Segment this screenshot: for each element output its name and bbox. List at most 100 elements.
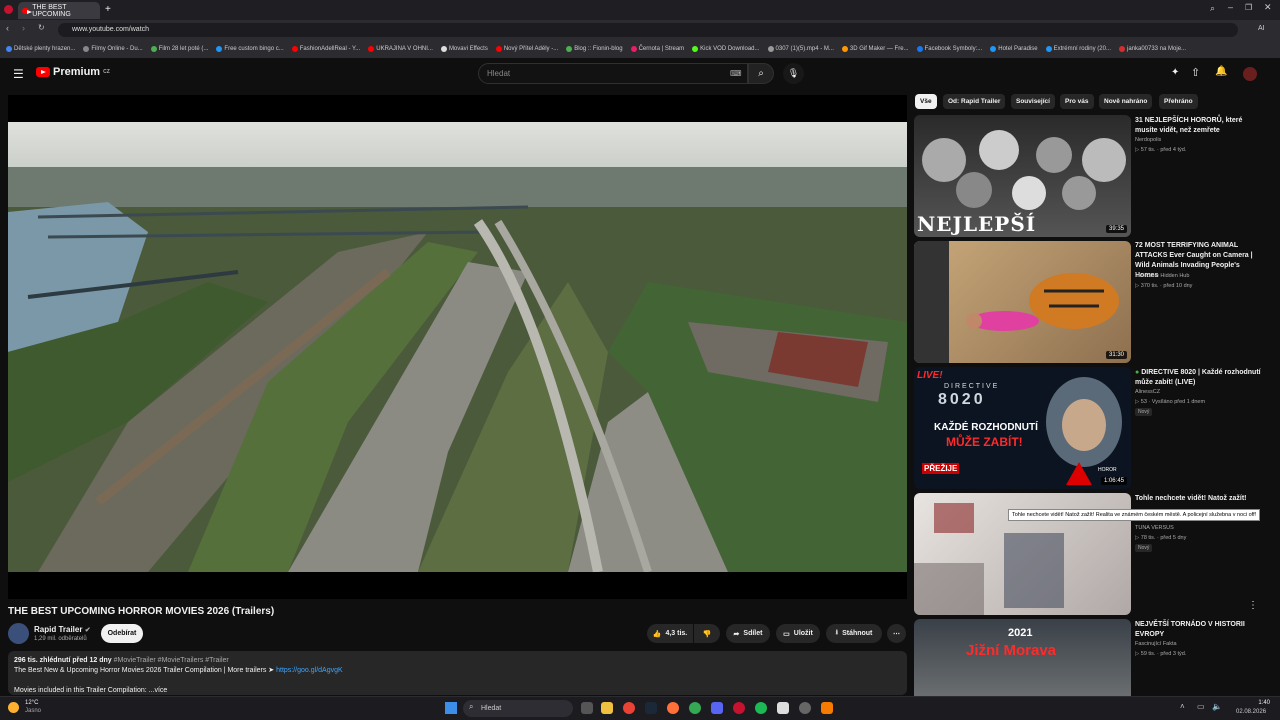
bookmark-item[interactable]: Dětské plenty hrazen... (6, 46, 75, 52)
chip-watched[interactable]: Přehráno (1159, 94, 1198, 109)
description-box[interactable]: 296 tis. zhlédnutí před 12 dny #MovieTra… (8, 651, 907, 695)
volume-icon[interactable]: 🔈 (1212, 702, 1222, 711)
maximize-icon[interactable]: ❐ (1245, 3, 1252, 12)
chrome-profile-icon[interactable] (689, 702, 701, 714)
keyboard-icon[interactable]: ⌨ (730, 69, 742, 78)
bookmark-item[interactable]: Hotel Paradise (990, 46, 1038, 52)
chrome-icon[interactable] (623, 702, 635, 714)
thumbnail-caption: HOROR (1098, 467, 1117, 473)
video-frame[interactable] (8, 122, 907, 572)
vlc-icon[interactable] (821, 702, 833, 714)
new-tab-icon[interactable]: + (105, 4, 111, 15)
taskbar-search[interactable]: Hledat (463, 700, 573, 717)
duration-badge: 39:35 (1105, 225, 1127, 233)
recommendation-channel[interactable]: TUNA VERSUS (1135, 524, 1174, 533)
bookmark-item[interactable]: Film 28 let poté (... (150, 46, 208, 52)
search-tabs-icon[interactable]: ⌕ (1210, 3, 1215, 14)
hashtags[interactable]: #MovieTrailer #MovieTrailers #Trailer (114, 657, 229, 664)
search-input[interactable]: Hledat (478, 63, 748, 84)
share-button[interactable]: ➦ Sdílet (726, 624, 770, 643)
cast-icon[interactable]: ✦ (1171, 67, 1179, 78)
file-explorer-icon[interactable] (601, 702, 613, 714)
bookmark-item[interactable]: FashionAdellReal - Y... (291, 46, 360, 52)
bookmark-item[interactable]: Kick VOD Download... (692, 46, 760, 52)
description-more[interactable]: Movies included in this Trailer Compilat… (14, 687, 901, 694)
network-icon[interactable]: ▭ (1197, 702, 1205, 711)
youtube-play-icon (36, 67, 50, 77)
chip-related[interactable]: Související (1011, 94, 1055, 109)
spotify-icon[interactable] (755, 702, 767, 714)
channel-name[interactable]: Rapid Trailer ✔ (34, 625, 91, 634)
recommendation-thumbnail[interactable]: LIVE! DIRECTIVE 8020 KAŽDÉ ROZHODNUTÍ MŮ… (914, 367, 1131, 489)
bookmark-item[interactable]: 0307 (1)(5).mp4 - M... (767, 46, 834, 52)
reload-icon[interactable]: ↻ (38, 23, 45, 32)
download-button[interactable]: ⭳ Stáhnout (826, 624, 882, 643)
more-actions-button[interactable]: ⋯ (887, 624, 906, 643)
weather-icon[interactable] (8, 702, 19, 713)
windows-start-icon[interactable] (445, 702, 457, 714)
description-link[interactable]: https://goo.gl/dAgvgK (276, 667, 343, 674)
opera-icon[interactable] (733, 702, 745, 714)
duration-badge: 1:06:45 (1100, 477, 1127, 485)
forward-icon[interactable]: › (22, 23, 25, 33)
youtube-logo[interactable]: Premium CZ (36, 66, 110, 78)
channel-avatar[interactable] (8, 623, 29, 644)
firefox-icon[interactable] (667, 702, 679, 714)
bookmark-item[interactable]: UKRAJINA V OHNI... (368, 46, 433, 52)
bookmark-item[interactable]: Extrémní rodiny (20... (1045, 46, 1111, 52)
recommendation-title[interactable]: ● DIRECTIVE 8020 | Každé rozhodnutí může… (1135, 368, 1265, 388)
voice-search-button[interactable]: 🎙 (783, 63, 804, 84)
bookmark-item[interactable]: Nový Přítel Adély -... (495, 46, 558, 52)
tab-title: THE BEST UPCOMING (32, 3, 71, 18)
close-icon[interactable]: ✕ (1264, 2, 1272, 13)
app-icon[interactable] (799, 702, 811, 714)
browser-tab[interactable]: THE BEST UPCOMING (18, 2, 100, 19)
recommendation-thumbnail[interactable]: NEJLEPŠÍ HORORY 39:35 (914, 115, 1131, 237)
more-options-icon[interactable]: ⋮ (1248, 600, 1258, 611)
bookmark-item[interactable]: Facebook Symboly:... (916, 46, 982, 52)
url-field[interactable]: www.youtube.com/watch (58, 23, 1238, 37)
chip-from-channel[interactable]: Od: Rapid Trailer (943, 94, 1006, 109)
bookmark-item[interactable]: Blog :: Fionin-blog (566, 46, 623, 52)
recommendation-channel[interactable]: AlinessCZ (1135, 388, 1160, 397)
bookmark-item[interactable]: Free custom bingo c... (216, 46, 284, 52)
bookmark-item[interactable]: Movavi Effects (440, 46, 488, 52)
back-icon[interactable]: ‹ (6, 23, 9, 33)
recommendation-thumbnail[interactable]: 2021 Jižní Morava (914, 619, 1131, 696)
recommendation-title[interactable]: Tohle nechcete vidět! Natož zažít! (1135, 494, 1265, 504)
chip-for-you[interactable]: Pro vás (1060, 94, 1094, 109)
bookmark-item[interactable]: janka00733 na Moje... (1118, 46, 1186, 52)
task-view-icon[interactable] (581, 702, 593, 714)
chip-recently-uploaded[interactable]: Nově nahráno (1099, 94, 1153, 109)
recommendation-thumbnail[interactable]: 31:30 (914, 241, 1131, 363)
minimize-icon[interactable]: – (1228, 2, 1233, 12)
thumbnail-caption: KAŽDÉ ROZHODNUTÍ (934, 422, 1038, 433)
notifications-bell-icon[interactable]: 🔔 (1215, 66, 1227, 77)
avatar[interactable] (1243, 67, 1257, 81)
upload-icon[interactable]: ⇧ (1191, 66, 1200, 79)
app-icon[interactable] (777, 702, 789, 714)
thumbnail-caption: DIRECTIVE (944, 383, 1000, 390)
recommendation-channel[interactable]: Nerdopolis (1135, 136, 1161, 145)
dislike-button[interactable]: 👎 (694, 624, 720, 643)
recommendation-channel[interactable]: Fascinující Fakta (1135, 640, 1177, 649)
discord-icon[interactable] (711, 702, 723, 714)
recommendation-title[interactable]: NEJVĚTŠÍ TORNÁDO V HISTORII EVROPY (1135, 620, 1265, 640)
bookmark-item[interactable]: 3D Gif Maker — Fre... (841, 46, 909, 52)
chip-all[interactable]: Vše (915, 94, 937, 109)
ai-button[interactable]: AI (1258, 25, 1265, 32)
like-button[interactable]: 👍 4,3 tis. (647, 624, 693, 643)
search-button[interactable]: ⌕ (748, 63, 774, 84)
menu-icon[interactable]: ☰ (13, 67, 24, 81)
clock-time[interactable]: 1:40 (1240, 700, 1270, 706)
steam-icon[interactable] (645, 702, 657, 714)
clock-date[interactable]: 02.08.2026 (1236, 709, 1266, 715)
bookmark-item[interactable]: Filmy Online - Du... (83, 46, 143, 52)
recommendation-title[interactable]: 31 NEJLEPŠÍCH HORORŮ, které musíte vidět… (1135, 116, 1265, 136)
opera-logo-icon[interactable] (4, 5, 13, 14)
bookmark-item[interactable]: Černota | Stream (630, 46, 684, 52)
recommendation-channel[interactable]: Incredible Hidden Hub (1135, 272, 1189, 281)
subscribe-button[interactable]: Odebírat (101, 624, 143, 643)
tray-chevron-icon[interactable]: ˄ (1180, 702, 1185, 711)
save-button[interactable]: ▭ Uložit (776, 624, 820, 643)
